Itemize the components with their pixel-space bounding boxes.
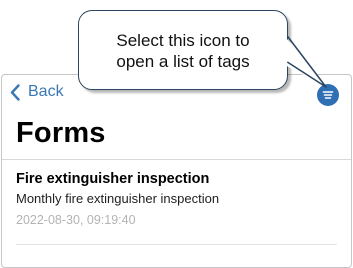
list-item[interactable]: Fire extinguisher inspection Monthly fir… [16,170,336,228]
form-description: Monthly fire extinguisher inspection [16,191,220,206]
form-title: Fire extinguisher inspection [16,171,210,187]
page-title: Forms [16,117,106,149]
form-date: 2022-08-30, 09:19:40 [16,213,136,227]
callout-pointer [283,34,327,88]
header-divider [2,159,351,160]
list-item-divider [16,244,337,245]
